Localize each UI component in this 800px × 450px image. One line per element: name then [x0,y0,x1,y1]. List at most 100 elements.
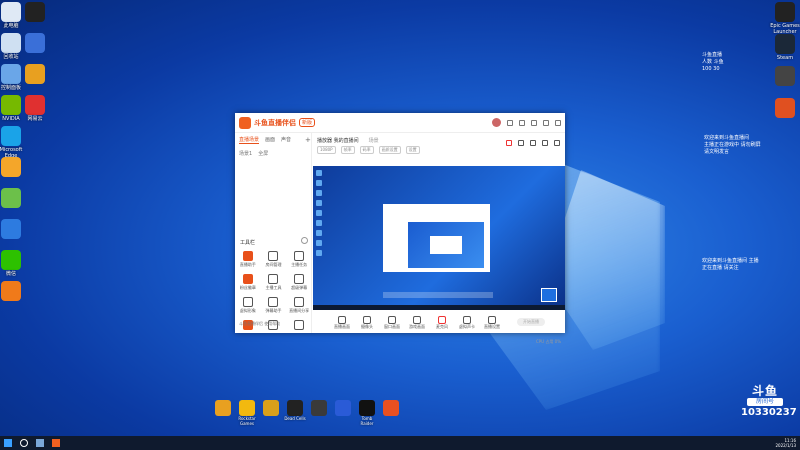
start-stream-button[interactable]: 开始直播 [517,318,545,326]
fps-chip[interactable]: 帧率 [340,146,355,154]
taskbar-app-icon[interactable] [52,439,60,447]
tool-item[interactable]: 超级弹幕 [286,274,312,290]
window-icon [388,315,396,324]
dock-game-icon-0[interactable] [212,400,234,416]
desktop-icon-label: 控制面板 [0,85,21,91]
tool-item[interactable]: 直播间分享 [286,297,312,313]
resolution-chip[interactable]: 1080P [317,146,336,154]
share-icon[interactable] [554,140,560,146]
dock-game-icon-5[interactable] [332,400,354,416]
tool-icon [294,274,305,284]
desktop-icon-right-0[interactable]: Epic Games Launcher [768,2,800,35]
task-view-icon[interactable] [36,439,44,447]
taskbar: 11:16 2022/1/13 [0,436,800,450]
quality-chip[interactable]: 画质设置 [378,146,401,154]
desktop-icon-label: 网易云 [27,116,43,122]
bitrate-chip[interactable]: 码率 [359,146,374,154]
tool-icon [268,251,279,261]
tool-label: 直播助手 [239,262,256,267]
tab-scene[interactable]: 直播场景 [239,136,260,144]
microphone-button[interactable]: 麦克风 [433,315,451,329]
game-icon [311,400,327,416]
tab-sound[interactable]: 声音 [281,136,291,144]
desktop-icon-col2-1[interactable] [18,33,52,54]
desktop-icon-7[interactable] [0,219,28,240]
tool-icon [242,251,253,261]
source-camera-button[interactable]: 摄像头 [358,315,376,329]
dock-game-icon-3[interactable]: Dead Cells [284,400,306,421]
dock-game-icon-7[interactable] [380,400,402,416]
tools-heading: 工具栏 [240,240,256,246]
stream-settings-button[interactable]: 直播设置 [483,315,501,329]
app-titlebar: 斗鱼直播伴侣 新版 [235,113,565,133]
record-icon[interactable] [506,140,512,146]
tool-item[interactable]: 房间管理 [261,251,287,267]
dock-game-icon-1[interactable]: Rockstar Games [236,400,258,426]
tool-item[interactable]: 弹幕助手 [261,297,287,313]
settings-icon[interactable] [519,119,525,126]
tab-scenes[interactable]: 场景 [369,137,379,144]
source-screen-button[interactable]: 直播画面 [333,315,351,329]
settings-chip[interactable]: 设置 [405,146,420,154]
tool-item[interactable]: 虚拟形象 [235,297,261,313]
tool-label: 超级弹幕 [291,285,308,290]
desktop-icon-6[interactable] [0,188,28,209]
tool-item[interactable]: 直播助手 [235,251,261,267]
desktop-icon-right-1[interactable]: Steam [768,34,800,61]
desktop-icon-col2-0[interactable] [18,2,52,23]
tool-item[interactable] [286,320,312,331]
desktop-icon-col2-3[interactable]: 网易云 [18,95,52,122]
game-icon [383,400,399,416]
microphone-icon [438,315,446,324]
preview-taskbar [313,305,565,310]
gear-icon [488,315,496,324]
app-icon [1,126,21,146]
add-tab-icon[interactable]: + [305,136,311,144]
desktop-icon-9[interactable] [0,281,28,302]
desktop-icon-5[interactable] [0,157,28,178]
tool-icon [268,274,279,284]
search-icon[interactable] [20,439,28,447]
tab-player[interactable]: 播放器 我的直播间 [317,137,359,144]
desktop-icon-right-2[interactable] [768,66,800,87]
app-logo-icon [239,116,251,129]
tool-label: 虚拟形象 [239,308,256,313]
desktop-icon-8[interactable]: 微信 [0,250,28,277]
chart-icon[interactable] [542,140,548,146]
mail-icon[interactable] [507,119,513,126]
stream-preview[interactable] [313,166,565,310]
tab-picture[interactable]: 画面 [265,136,275,144]
tool-item[interactable]: 主播工具 [261,274,287,290]
version-badge[interactable]: 新版 [299,118,316,127]
virtual-audio-button[interactable]: 虚拟声卡 [458,315,476,329]
dock-game-icon-2[interactable] [260,400,282,416]
close-icon[interactable] [555,119,561,126]
dock-game-icon-6[interactable]: Tomb Raider [356,400,378,426]
desktop-icon-label: 回收站 [3,54,19,60]
avatar[interactable] [492,118,501,127]
source-game-button[interactable]: 游戏画面 [408,315,426,329]
preview-desktop-icons [316,170,324,260]
tool-item[interactable]: 主播任务 [286,251,312,267]
game-icon [239,400,255,416]
tool-item[interactable]: 粉丝徽章 [235,274,261,290]
windows-start-icon[interactable] [4,439,12,447]
system-clock[interactable]: 11:16 2022/1/13 [775,438,796,448]
camera-icon [363,315,371,324]
tools-more-icon[interactable] [301,237,308,244]
tool-label: 直播间分享 [289,308,310,313]
desktop-icon-4[interactable]: Microsoft Edge [0,126,28,159]
gift-icon[interactable] [530,140,536,146]
desktop-icon-right-3[interactable] [768,98,800,119]
lock-icon[interactable] [518,140,524,146]
menu-icon[interactable] [531,119,537,126]
desktop-icon-col2-2[interactable] [18,64,52,85]
scene-row[interactable]: 场景1 全屏 [235,147,311,160]
desktop-icon-label: Steam [776,55,794,61]
dock-game-icon-4[interactable] [308,400,330,416]
game-icon [263,400,279,416]
preview-nested-window [383,204,490,272]
sidebar-footer[interactable]: 斗鱼直播伴侣 使用帮助 [239,321,280,327]
source-window-button[interactable]: 窗口画面 [383,315,401,329]
minimize-icon[interactable] [543,119,549,126]
